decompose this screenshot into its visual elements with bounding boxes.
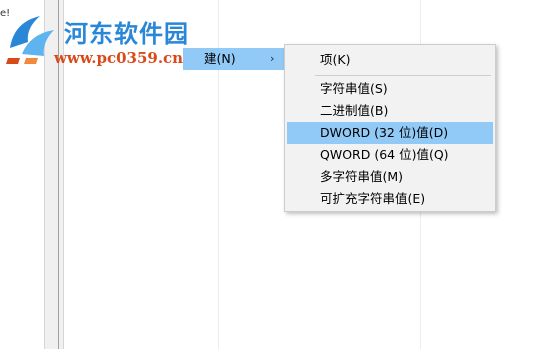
menu-item-label: 二进制值(B) xyxy=(320,103,389,118)
menu-item-expandable-string-value[interactable]: 可扩充字符串值(E) xyxy=(287,188,493,210)
menu-item-multi-string-value[interactable]: 多字符串值(M) xyxy=(287,166,493,188)
new-submenu: 项(K) 字符串值(S) 二进制值(B) DWORD (32 位)值(D) QW… xyxy=(284,44,496,212)
menu-item-dword-value[interactable]: DWORD (32 位)值(D) xyxy=(287,122,493,144)
menu-item-binary-value[interactable]: 二进制值(B) xyxy=(287,100,493,122)
menu-item-label: 可扩充字符串值(E) xyxy=(320,191,426,206)
menu-item-key[interactable]: 项(K) xyxy=(287,49,493,71)
menu-item-string-value[interactable]: 字符串值(S) xyxy=(287,78,493,100)
menu-item-label: 项(K) xyxy=(320,52,351,67)
chevron-right-icon: › xyxy=(270,52,275,65)
menu-item-label: QWORD (64 位)值(Q) xyxy=(320,147,449,162)
menu-item-label: DWORD (32 位)值(D) xyxy=(320,125,449,140)
registry-editor-window: e! 建(N) › 项(K) 字符串值(S) 二进制值(B) DWORD (32… xyxy=(0,0,544,349)
watermark-url: www.pc0359.cn xyxy=(54,49,184,67)
menu-item-label: 字符串值(S) xyxy=(320,81,388,96)
watermark-logo-icon xyxy=(6,16,54,64)
watermark-title: 河东软件园 xyxy=(64,19,189,48)
menu-item-label: 多字符串值(M) xyxy=(320,169,404,184)
menu-item-qword-value[interactable]: QWORD (64 位)值(Q) xyxy=(287,144,493,166)
watermark: 河东软件园 www.pc0359.cn xyxy=(4,8,204,74)
menu-separator xyxy=(315,75,491,76)
menu-item-new-label: 建(N) xyxy=(204,51,236,66)
